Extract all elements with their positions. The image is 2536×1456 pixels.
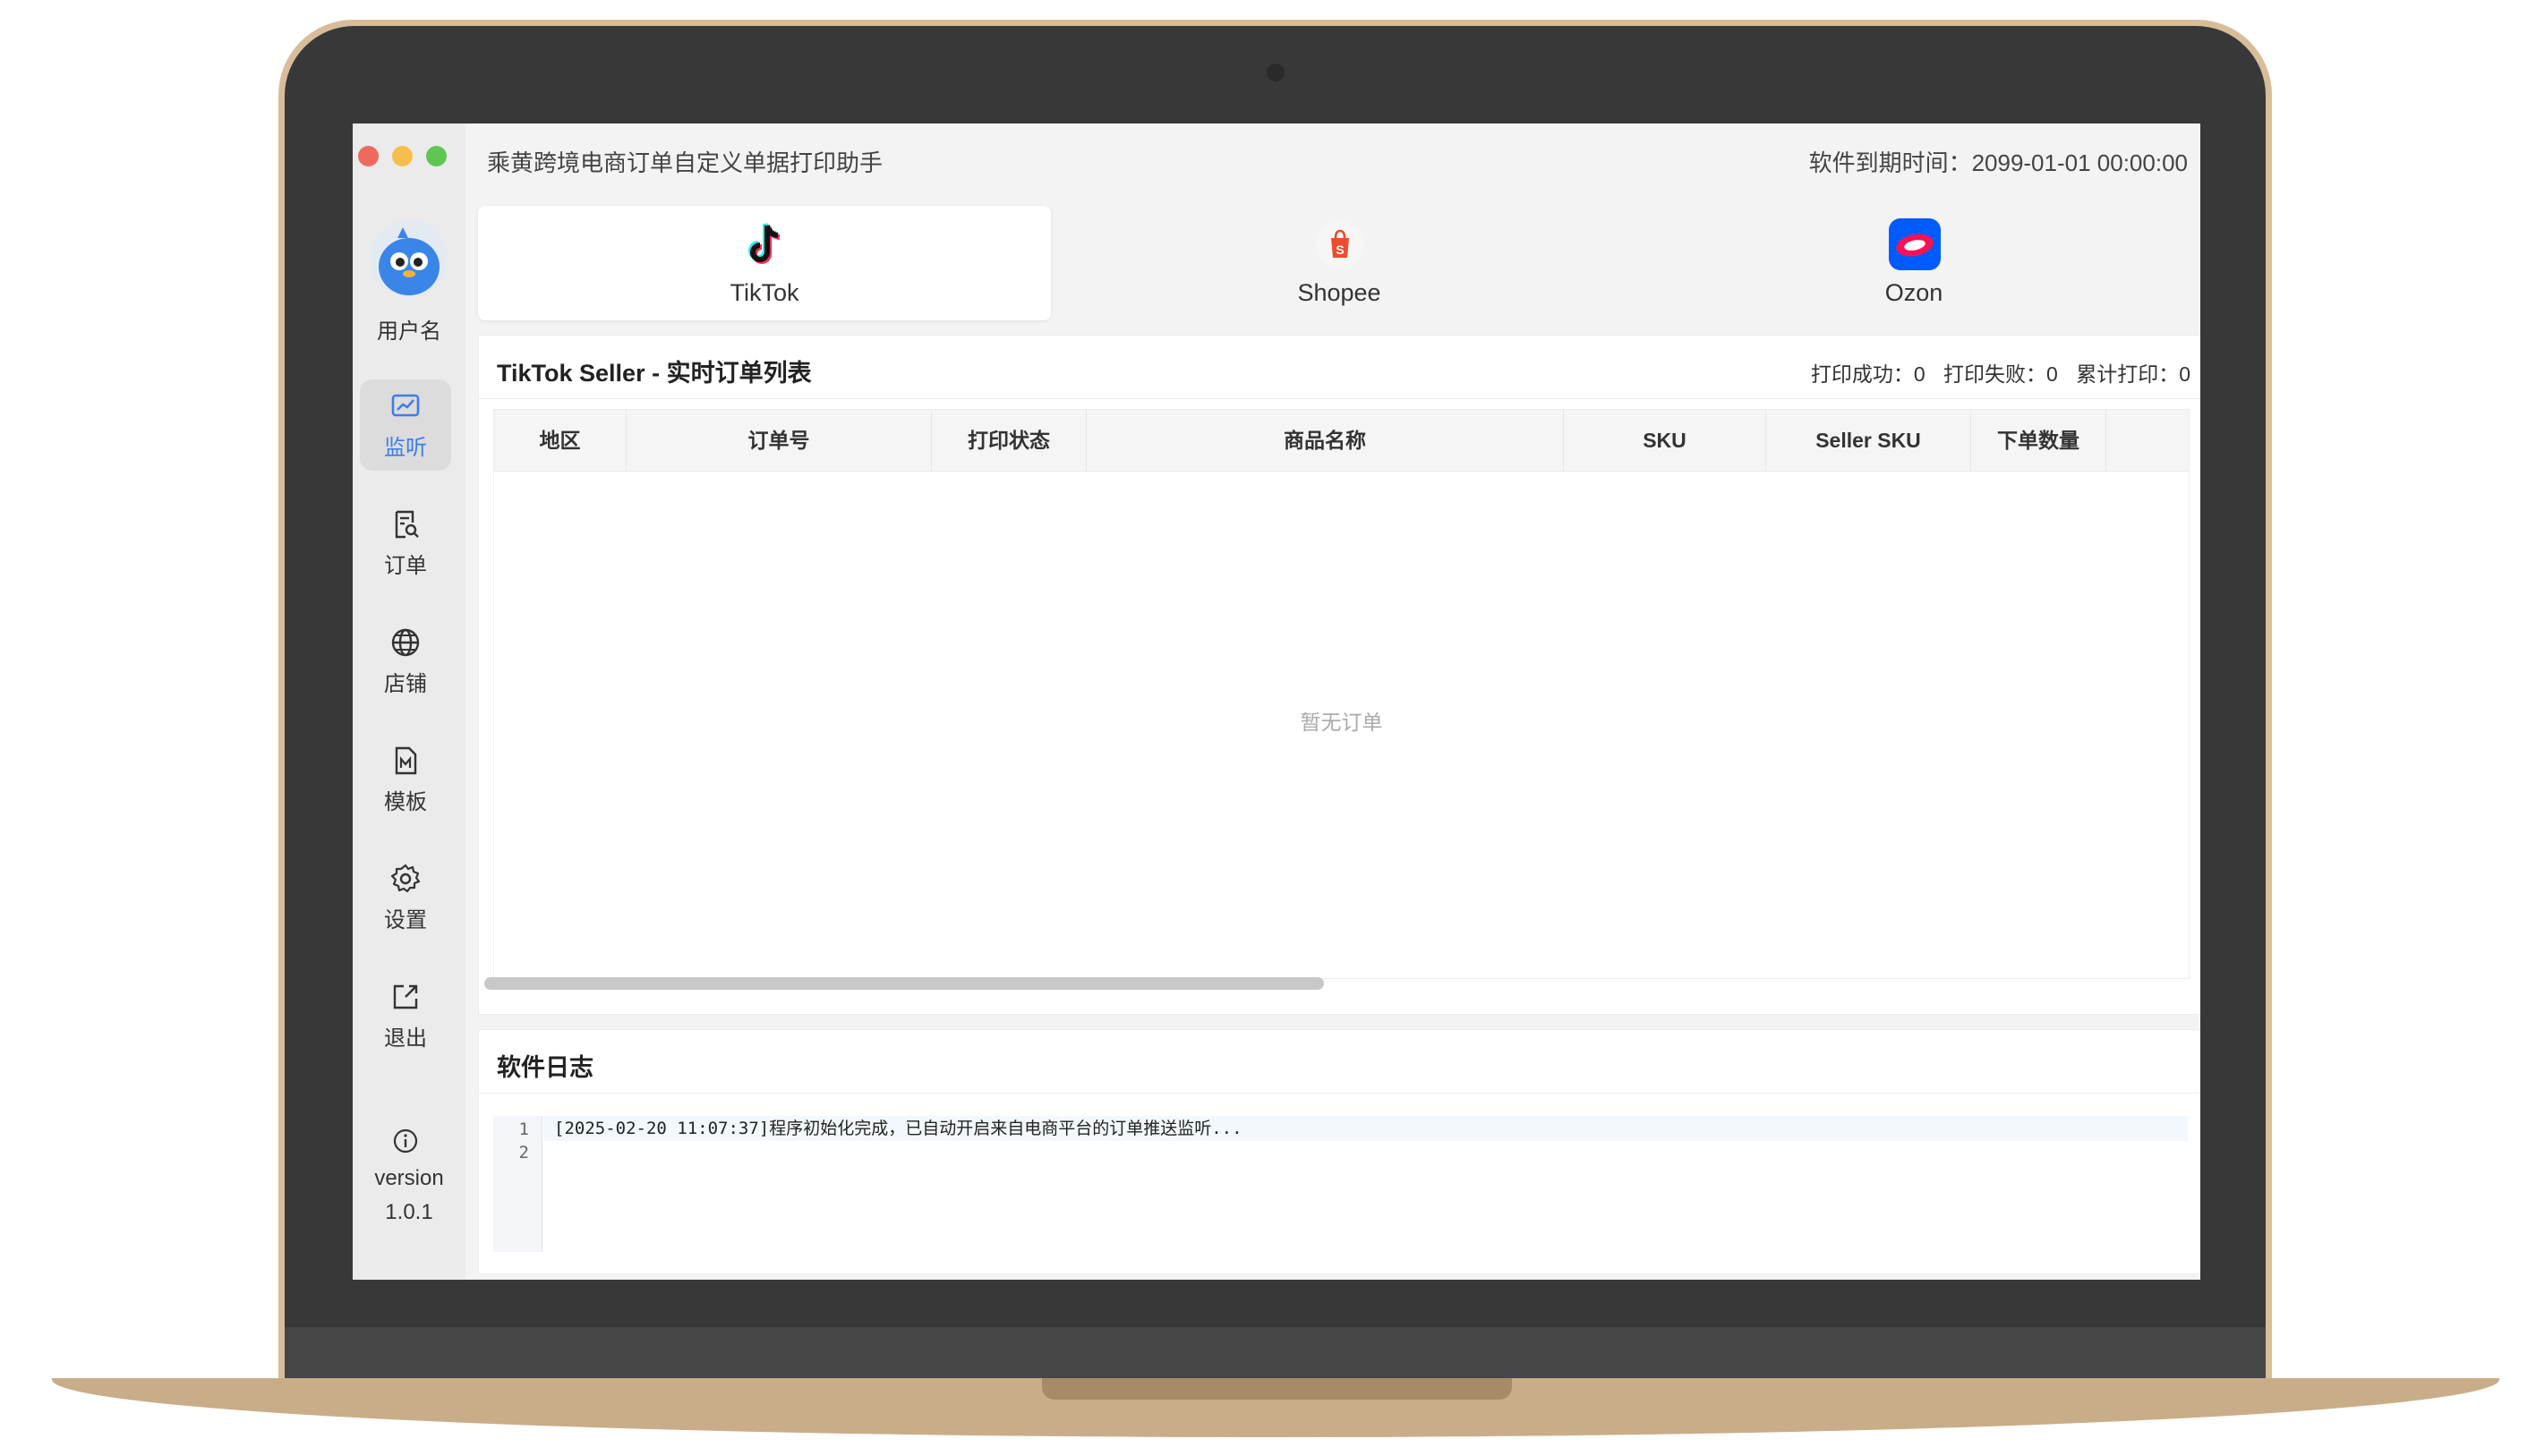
orders-table[interactable]: 地区 订单号 打印状态 商品名称 SKU Seller SKU 下单数量 暂无订… bbox=[493, 409, 2190, 979]
print-stats: 打印成功：0 打印失败：0 累计打印：0 bbox=[1798, 357, 2190, 387]
version-info: version 1.0.1 bbox=[353, 1162, 465, 1230]
tiktok-logo bbox=[748, 223, 781, 264]
print-total-count: 累计打印：0 bbox=[2076, 362, 2190, 386]
window-close-button[interactable] bbox=[358, 146, 379, 166]
tab-tiktok[interactable]: TikTok bbox=[478, 206, 1051, 320]
line-number: 2 bbox=[518, 1143, 529, 1162]
sidebar-item-monitor[interactable]: 监听 bbox=[360, 379, 451, 471]
gear-icon bbox=[390, 864, 421, 893]
title-bar: 乘黄跨境电商订单自定义单据打印助手 软件到期时间：2099-01-01 00:0… bbox=[465, 123, 2200, 193]
window-maximize-button[interactable] bbox=[426, 146, 447, 166]
orders-panel: TikTok Seller - 实时订单列表 打印成功：0 打印失败：0 累计打… bbox=[478, 335, 2200, 1015]
orders-title: TikTok Seller - 实时订单列表 bbox=[497, 360, 812, 387]
tab-ozon[interactable]: Ozon bbox=[1627, 206, 2200, 320]
window-minimize-button[interactable] bbox=[392, 146, 413, 166]
orders-panel-header: TikTok Seller - 实时订单列表 打印成功：0 打印失败：0 累计打… bbox=[479, 336, 2200, 399]
log-editor[interactable]: 1 2 [2025-02-20 11:07:37]程序初始化完成，已自动开启来自… bbox=[493, 1116, 2188, 1252]
log-panel: 软件日志 1 2 [2025-02-20 11:07:37]程序初始化完成，已自… bbox=[478, 1029, 2200, 1274]
column-header-sku[interactable]: SKU bbox=[1564, 410, 1766, 471]
sidebar-item-stores[interactable]: 店铺 bbox=[360, 616, 451, 707]
ozon-logo bbox=[1889, 218, 1941, 270]
sidebar-item-label: 店铺 bbox=[384, 672, 427, 696]
log-panel-header: 软件日志 bbox=[479, 1030, 2200, 1094]
sidebar-item-logout[interactable]: 退出 bbox=[360, 970, 451, 1061]
template-file-icon bbox=[395, 746, 417, 775]
app-window: 用户名 监听 订单 店铺 模板 设置 退出 version 1.0.1 乘黄跨境… bbox=[353, 123, 2200, 1280]
column-header-print-status[interactable]: 打印状态 bbox=[932, 410, 1087, 471]
laptop-notch bbox=[1042, 1378, 1512, 1400]
logout-icon bbox=[393, 984, 418, 1009]
order-search-icon bbox=[395, 510, 419, 539]
sidebar-item-label: 退出 bbox=[384, 1026, 427, 1051]
platform-tabs: TikTok S Shopee Ozon bbox=[478, 206, 2200, 320]
camera-icon bbox=[1267, 64, 1285, 81]
avatar[interactable] bbox=[371, 220, 448, 297]
version-label: version bbox=[374, 1166, 444, 1190]
version-number: 1.0.1 bbox=[385, 1200, 433, 1224]
sidebar-item-label: 监听 bbox=[384, 436, 427, 460]
sidebar-item-orders[interactable]: 订单 bbox=[360, 498, 451, 589]
horizontal-scrollbar[interactable] bbox=[484, 977, 1324, 990]
sidebar-item-label: 设置 bbox=[384, 908, 427, 932]
shopee-logo: S bbox=[1316, 220, 1364, 268]
username: 用户名 bbox=[377, 319, 441, 344]
sidebar-item-label: 订单 bbox=[384, 554, 427, 578]
tab-label: Ozon bbox=[1884, 279, 1943, 306]
line-number: 1 bbox=[518, 1120, 529, 1139]
line-number-gutter: 1 2 bbox=[493, 1116, 542, 1252]
empty-state-text: 暂无订单 bbox=[1300, 711, 1383, 734]
expiry-time: 软件到期时间：2099-01-01 00:00:00 bbox=[1808, 149, 2188, 176]
sidebar-item-label: 模板 bbox=[384, 790, 427, 814]
tab-shopee[interactable]: S Shopee bbox=[1053, 206, 1626, 320]
info-icon bbox=[393, 1128, 418, 1154]
svg-text:S: S bbox=[1336, 243, 1344, 257]
print-failed-count: 打印失败：0 bbox=[1943, 362, 2058, 386]
app-title: 乘黄跨境电商订单自定义单据打印助手 bbox=[487, 149, 884, 176]
column-header-quantity[interactable]: 下单数量 bbox=[1971, 410, 2106, 471]
column-header-seller-sku[interactable]: Seller SKU bbox=[1766, 410, 1971, 471]
monitor-chart-icon bbox=[391, 394, 420, 417]
column-header-product-name[interactable]: 商品名称 bbox=[1087, 410, 1564, 471]
log-title: 软件日志 bbox=[497, 1054, 593, 1081]
sidebar-item-templates[interactable]: 模板 bbox=[360, 734, 451, 825]
sidebar: 用户名 监听 订单 店铺 模板 设置 退出 version 1.0.1 bbox=[353, 123, 465, 1280]
globe-icon bbox=[391, 628, 420, 657]
column-header-order-id[interactable]: 订单号 bbox=[627, 410, 932, 471]
table-header: 地区 订单号 打印状态 商品名称 SKU Seller SKU 下单数量 bbox=[494, 410, 2189, 472]
sidebar-item-settings[interactable]: 设置 bbox=[360, 852, 451, 943]
column-header-region[interactable]: 地区 bbox=[494, 410, 627, 471]
tab-label: Shopee bbox=[1297, 279, 1381, 306]
log-line: [2025-02-20 11:07:37]程序初始化完成，已自动开启来自电商平台… bbox=[543, 1116, 2188, 1141]
tab-label: TikTok bbox=[730, 279, 799, 306]
print-success-count: 打印成功：0 bbox=[1810, 362, 1925, 386]
